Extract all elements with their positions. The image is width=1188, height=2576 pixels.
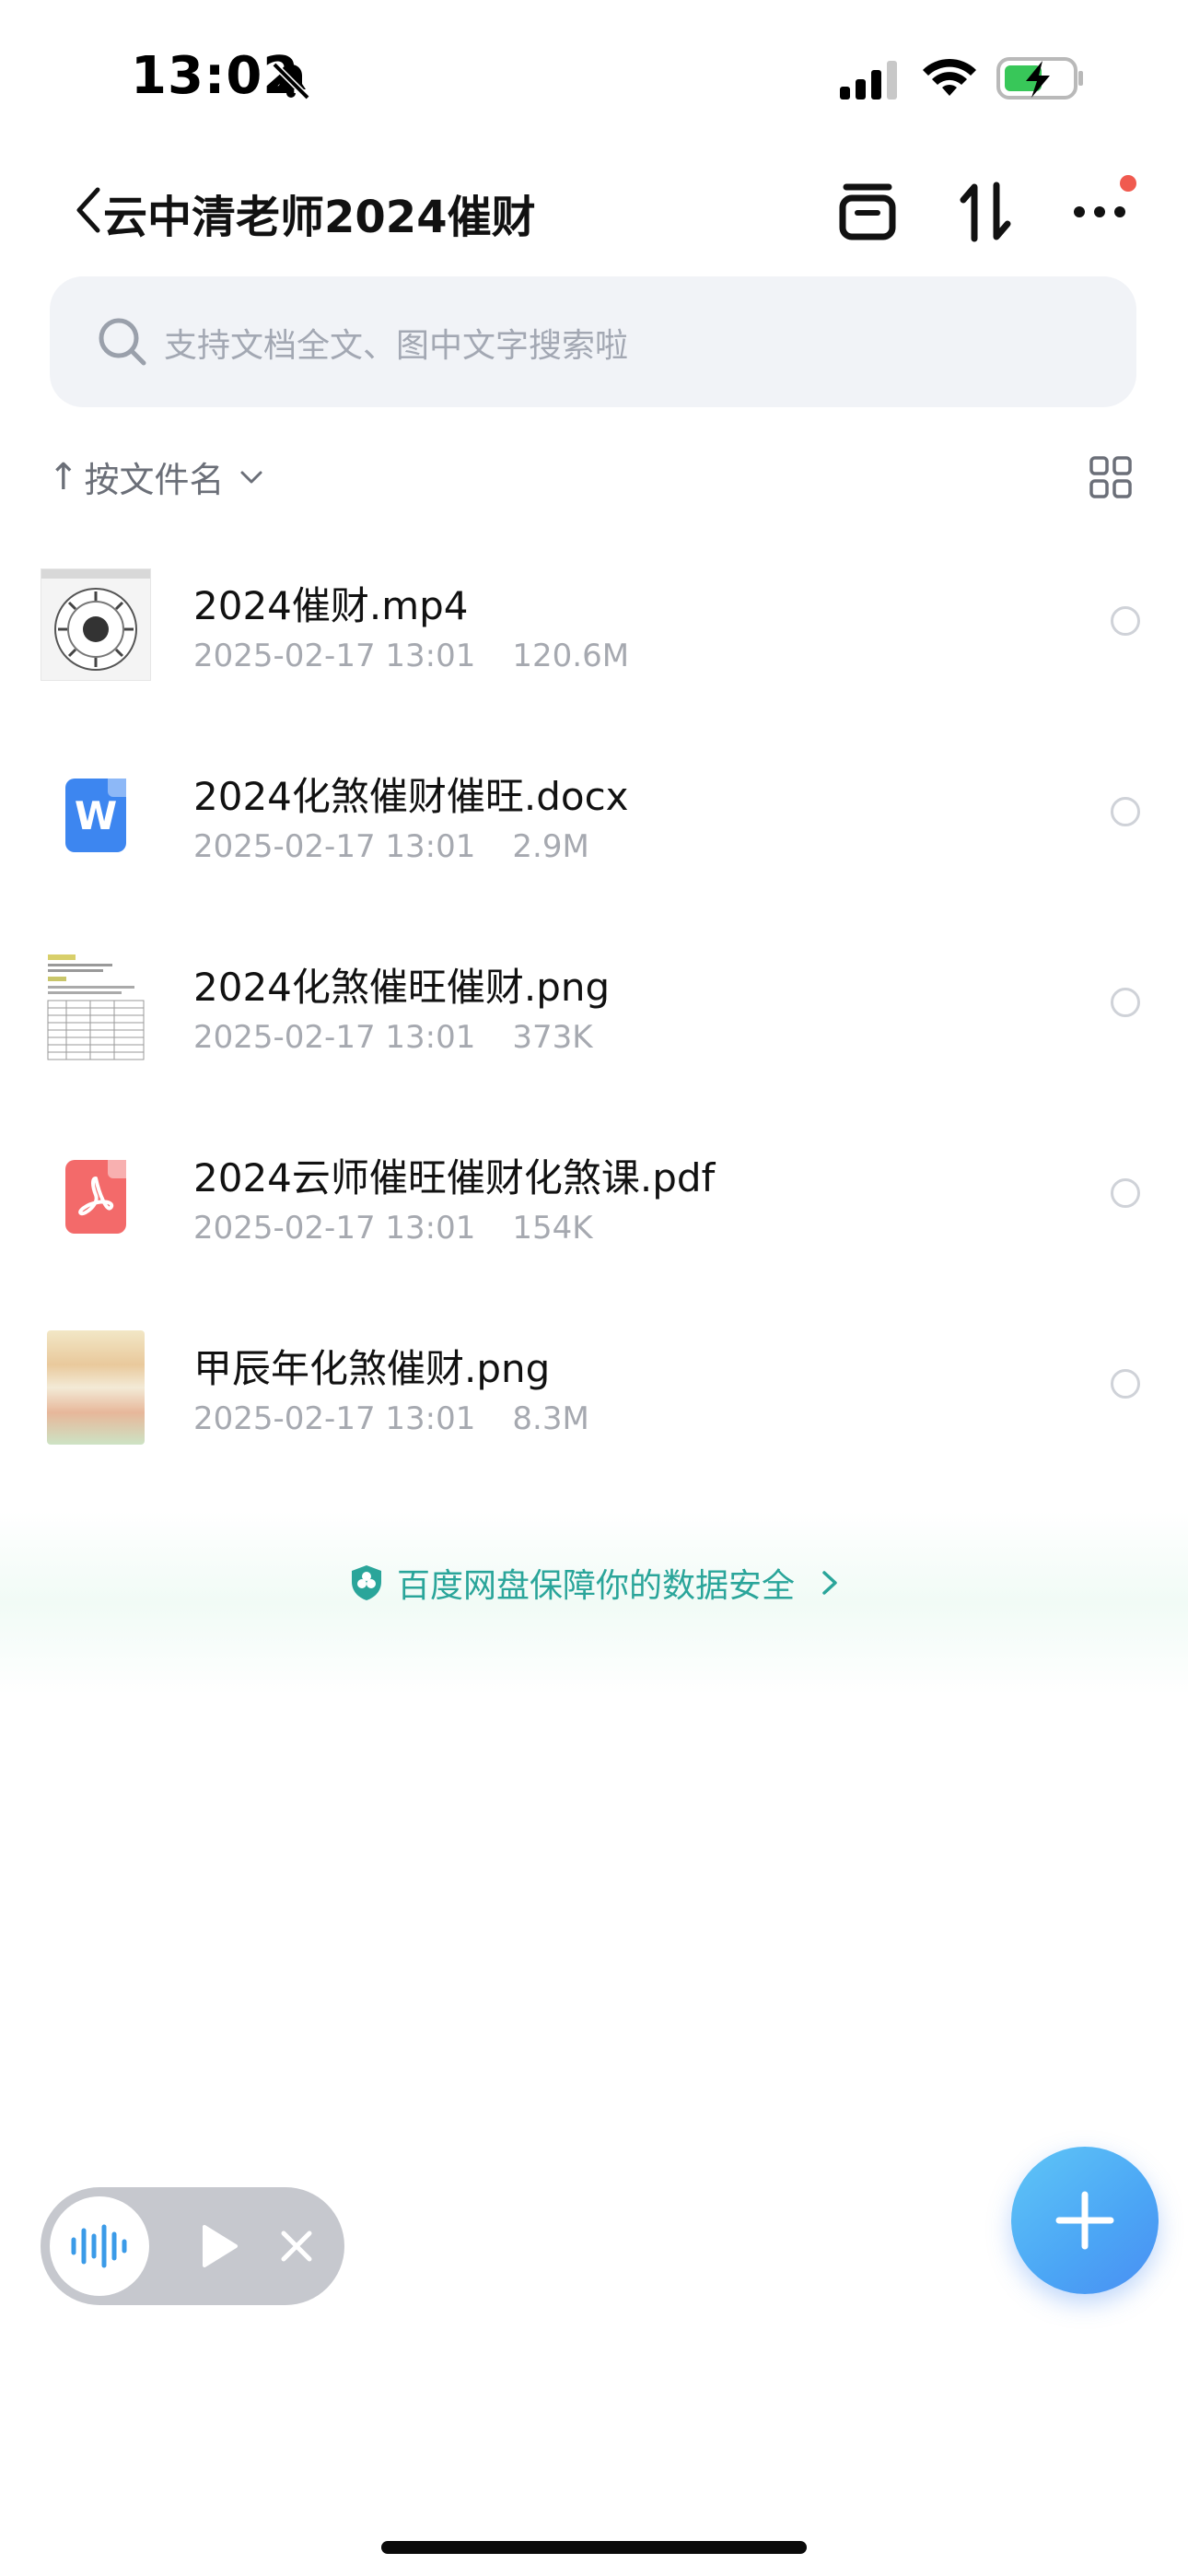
select-checkbox[interactable] — [1111, 1178, 1140, 1208]
bell-slash-icon — [272, 62, 310, 100]
add-button[interactable] — [1011, 2147, 1159, 2294]
search-placeholder: 支持文档全文、图中文字搜索啦 — [164, 327, 629, 365]
chevron-right-icon — [822, 1571, 837, 1595]
folder-title: 云中清老师2024催财 — [103, 192, 536, 243]
select-checkbox[interactable] — [1111, 797, 1140, 826]
select-checkbox[interactable] — [1111, 606, 1140, 636]
file-name: 甲辰年化煞催财.png — [193, 1346, 551, 1391]
wifi-icon — [923, 58, 976, 96]
file-row[interactable]: 2024化煞催旺催财.png 2025-02-17 13:01 373K — [0, 934, 1188, 1125]
file-name: 2024化煞催财催旺.docx — [193, 774, 629, 819]
top-nav-bar: 云中清老师2024催财 — [0, 166, 1188, 258]
signal-icon — [840, 61, 897, 100]
close-player-button[interactable] — [273, 2222, 320, 2270]
trash-icon — [839, 183, 896, 240]
file-meta: 2025-02-17 13:01 8.3M — [193, 1400, 589, 1437]
file-row[interactable]: W 2024化煞催财催旺.docx 2025-02-17 13:01 2.9M — [0, 744, 1188, 934]
file-size: 154K — [512, 1210, 593, 1247]
home-indicator — [381, 2541, 807, 2554]
security-text: 百度网盘保障你的数据安全 — [396, 1567, 795, 1605]
image-thumbnail — [41, 1330, 151, 1445]
file-date: 2025-02-17 13:01 — [193, 1019, 476, 1056]
file-size: 373K — [512, 1019, 593, 1056]
file-meta: 2025-02-17 13:01 2.9M — [193, 828, 589, 865]
file-size: 2.9M — [512, 828, 589, 865]
file-date: 2025-02-17 13:01 — [193, 828, 476, 865]
docx-file-icon: W — [41, 758, 151, 872]
plus-icon — [1055, 2191, 1114, 2250]
chevron-down-icon — [240, 471, 262, 483]
security-link[interactable]: 百度网盘保障你的数据安全 — [0, 1559, 1188, 1607]
sort-label: 按文件名 — [84, 460, 225, 500]
trash-button[interactable] — [831, 175, 904, 249]
file-size: 8.3M — [512, 1400, 589, 1437]
file-list: 2024催财.mp4 2025-02-17 13:01 120.6M W 2024… — [0, 553, 1188, 1506]
notification-dot — [1120, 175, 1136, 192]
select-checkbox[interactable] — [1111, 1369, 1140, 1399]
file-name: 2024云师催旺催财化煞课.pdf — [193, 1155, 716, 1200]
sort-bar: ↑ 按文件名 — [0, 442, 1188, 516]
file-row[interactable]: 2024催财.mp4 2025-02-17 13:01 120.6M — [0, 553, 1188, 744]
audio-waveform-button[interactable] — [50, 2196, 149, 2296]
file-date: 2025-02-17 13:01 — [193, 638, 476, 674]
pdf-file-icon — [41, 1140, 151, 1254]
waveform-icon — [71, 2224, 127, 2268]
status-bar: 13:02 — [0, 0, 1188, 157]
file-size: 120.6M — [512, 638, 630, 674]
sort-arrow: ↑ — [48, 455, 79, 498]
play-icon — [203, 2225, 238, 2267]
file-meta: 2025-02-17 13:01 154K — [193, 1210, 593, 1247]
image-thumbnail — [41, 949, 151, 1063]
file-meta: 2025-02-17 13:01 120.6M — [193, 638, 629, 674]
search-icon — [99, 318, 146, 366]
select-checkbox[interactable] — [1111, 988, 1140, 1017]
video-thumbnail — [41, 568, 151, 682]
file-date: 2025-02-17 13:01 — [193, 1210, 476, 1247]
battery-charging-icon — [996, 57, 1083, 100]
file-type-letter: W — [65, 779, 126, 852]
audio-mini-player[interactable] — [41, 2187, 344, 2305]
sort-by-name-button[interactable]: ↑ 按文件名 — [48, 451, 263, 502]
sort-icon — [960, 181, 1011, 242]
grid-view-icon[interactable] — [1089, 455, 1133, 499]
back-icon[interactable] — [72, 184, 103, 236]
security-banner: 百度网盘保障你的数据安全 — [0, 1511, 1188, 1695]
close-icon — [281, 2231, 312, 2262]
more-icon — [1074, 206, 1125, 217]
file-meta: 2025-02-17 13:01 373K — [193, 1019, 593, 1056]
more-button[interactable] — [1063, 175, 1136, 249]
file-name: 2024催财.mp4 — [193, 583, 469, 628]
file-row[interactable]: 甲辰年化煞催财.png 2025-02-17 13:01 8.3M — [0, 1316, 1188, 1506]
sort-button[interactable] — [949, 175, 1022, 249]
play-button[interactable] — [192, 2219, 247, 2274]
search-input[interactable]: 支持文档全文、图中文字搜索啦 — [50, 276, 1136, 407]
file-row[interactable]: 2024云师催旺催财化煞课.pdf 2025-02-17 13:01 154K — [0, 1125, 1188, 1316]
file-name: 2024化煞催旺催财.png — [193, 965, 611, 1010]
shield-icon — [351, 1565, 381, 1600]
file-date: 2025-02-17 13:01 — [193, 1400, 476, 1437]
